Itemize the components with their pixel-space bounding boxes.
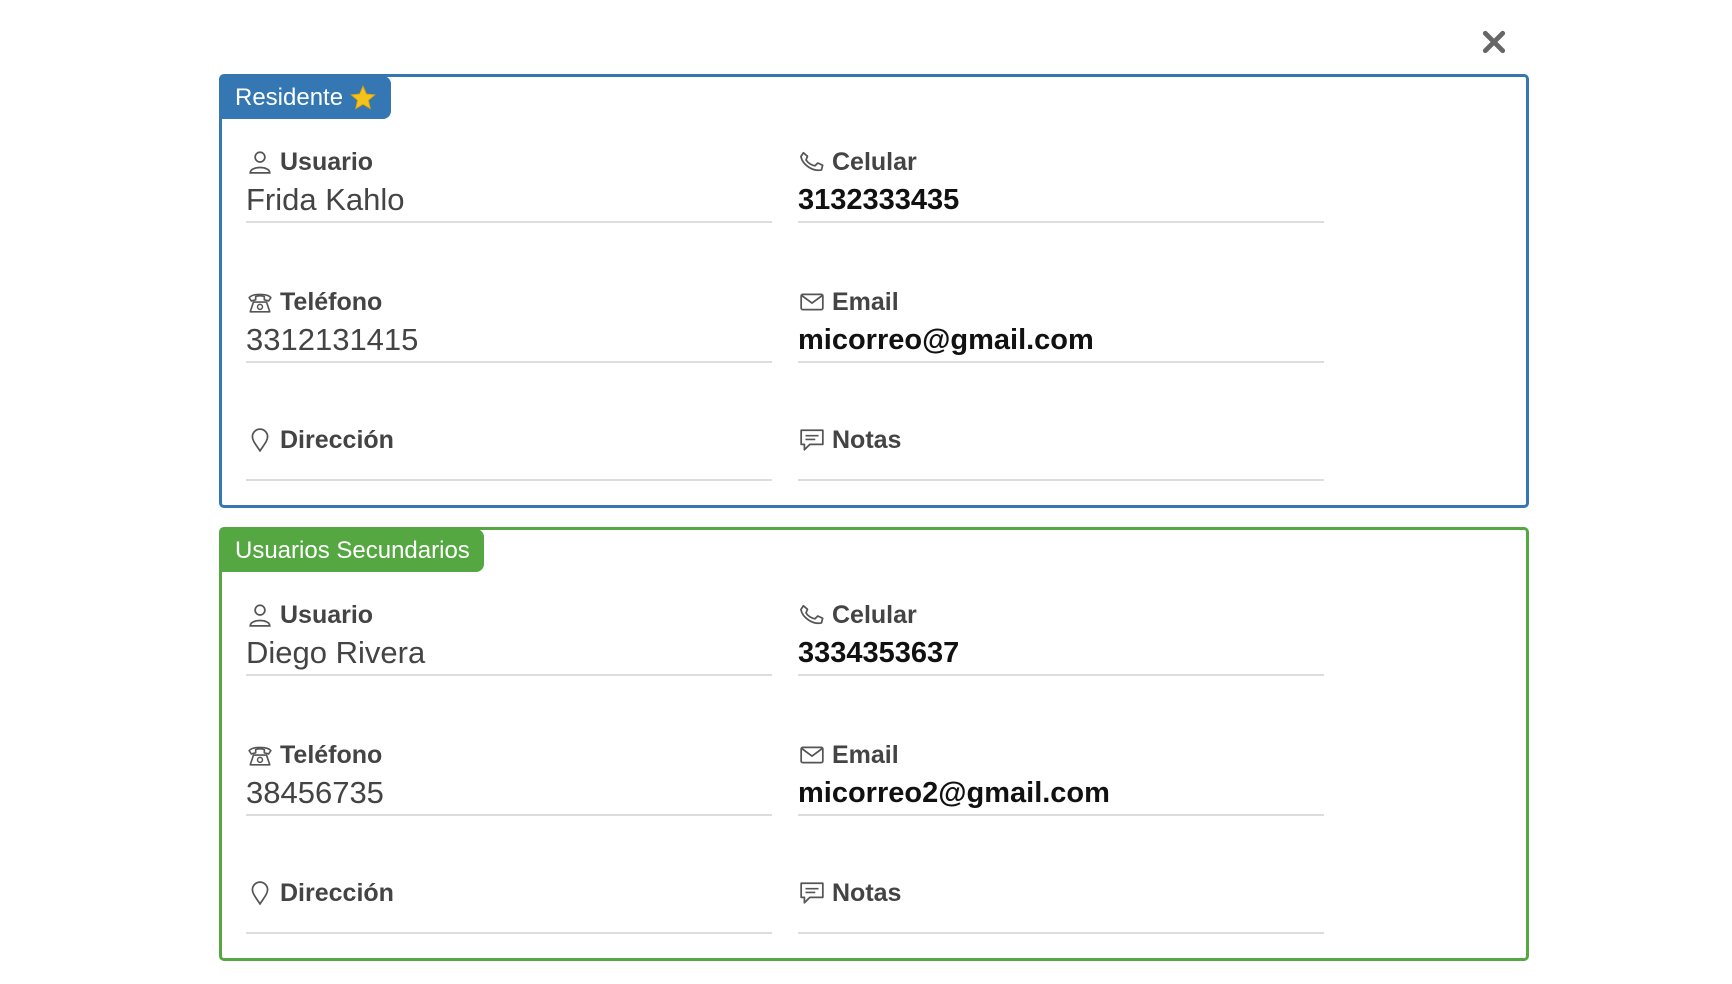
- phone-handset-icon: [798, 148, 826, 176]
- notas-value[interactable]: [798, 908, 1324, 934]
- usuario-field: Usuario Diego Rivera: [246, 600, 772, 676]
- user-icon: [246, 601, 274, 629]
- direccion-label: Dirección: [280, 425, 394, 454]
- email-value[interactable]: micorreo2@gmail.com: [798, 770, 1324, 816]
- email-field: Email micorreo@gmail.com: [798, 287, 1324, 363]
- phone-handset-icon: [798, 601, 826, 629]
- envelope-icon: [798, 741, 826, 769]
- celular-value[interactable]: 3132333435: [798, 177, 1324, 223]
- direccion-value[interactable]: [246, 908, 772, 934]
- secondary-users-panel: Usuarios Secundarios Usuario Diego River…: [219, 527, 1529, 961]
- telefono-label: Teléfono: [280, 740, 383, 769]
- comment-icon: [798, 426, 826, 454]
- direccion-field: Dirección: [246, 878, 772, 934]
- celular-field: Celular 3334353637: [798, 600, 1324, 676]
- telefono-field: Teléfono 38456735: [246, 740, 772, 816]
- resident-tag-label: Residente: [235, 84, 344, 111]
- close-icon: [1482, 30, 1506, 54]
- usuario-field: Usuario Frida Kahlo: [246, 147, 772, 223]
- user-icon: [246, 148, 274, 176]
- email-label: Email: [832, 287, 899, 316]
- notas-field: Notas: [798, 425, 1324, 481]
- secondary-users-tag-label: Usuarios Secundarios: [235, 537, 470, 564]
- notas-label: Notas: [832, 878, 902, 907]
- email-label: Email: [832, 740, 899, 769]
- celular-label: Celular: [832, 600, 917, 629]
- telefono-value[interactable]: 3312131415: [246, 317, 772, 363]
- close-button[interactable]: [1478, 26, 1510, 58]
- usuario-label: Usuario: [280, 600, 374, 629]
- email-value[interactable]: micorreo@gmail.com: [798, 317, 1324, 363]
- map-pin-icon: [246, 426, 274, 454]
- landline-phone-icon: [246, 741, 274, 769]
- map-pin-icon: [246, 879, 274, 907]
- comment-icon: [798, 879, 826, 907]
- usuario-value[interactable]: Frida Kahlo: [246, 177, 772, 223]
- resident-panel: Residente Usuario Frida Kahlo Celular 31…: [219, 74, 1529, 508]
- direccion-value[interactable]: [246, 455, 772, 481]
- star-icon: [349, 84, 377, 112]
- envelope-icon: [798, 288, 826, 316]
- celular-field: Celular 3132333435: [798, 147, 1324, 223]
- telefono-value[interactable]: 38456735: [246, 770, 772, 816]
- notas-label: Notas: [832, 425, 902, 454]
- email-field: Email micorreo2@gmail.com: [798, 740, 1324, 816]
- direccion-label: Dirección: [280, 878, 394, 907]
- celular-label: Celular: [832, 147, 917, 176]
- usuario-value[interactable]: Diego Rivera: [246, 630, 772, 676]
- telefono-label: Teléfono: [280, 287, 383, 316]
- usuario-label: Usuario: [280, 147, 374, 176]
- landline-phone-icon: [246, 288, 274, 316]
- celular-value[interactable]: 3334353637: [798, 630, 1324, 676]
- resident-tag: Residente: [221, 76, 392, 119]
- direccion-field: Dirección: [246, 425, 772, 481]
- telefono-field: Teléfono 3312131415: [246, 287, 772, 363]
- notas-value[interactable]: [798, 455, 1324, 481]
- notas-field: Notas: [798, 878, 1324, 934]
- secondary-users-tag: Usuarios Secundarios: [221, 529, 484, 572]
